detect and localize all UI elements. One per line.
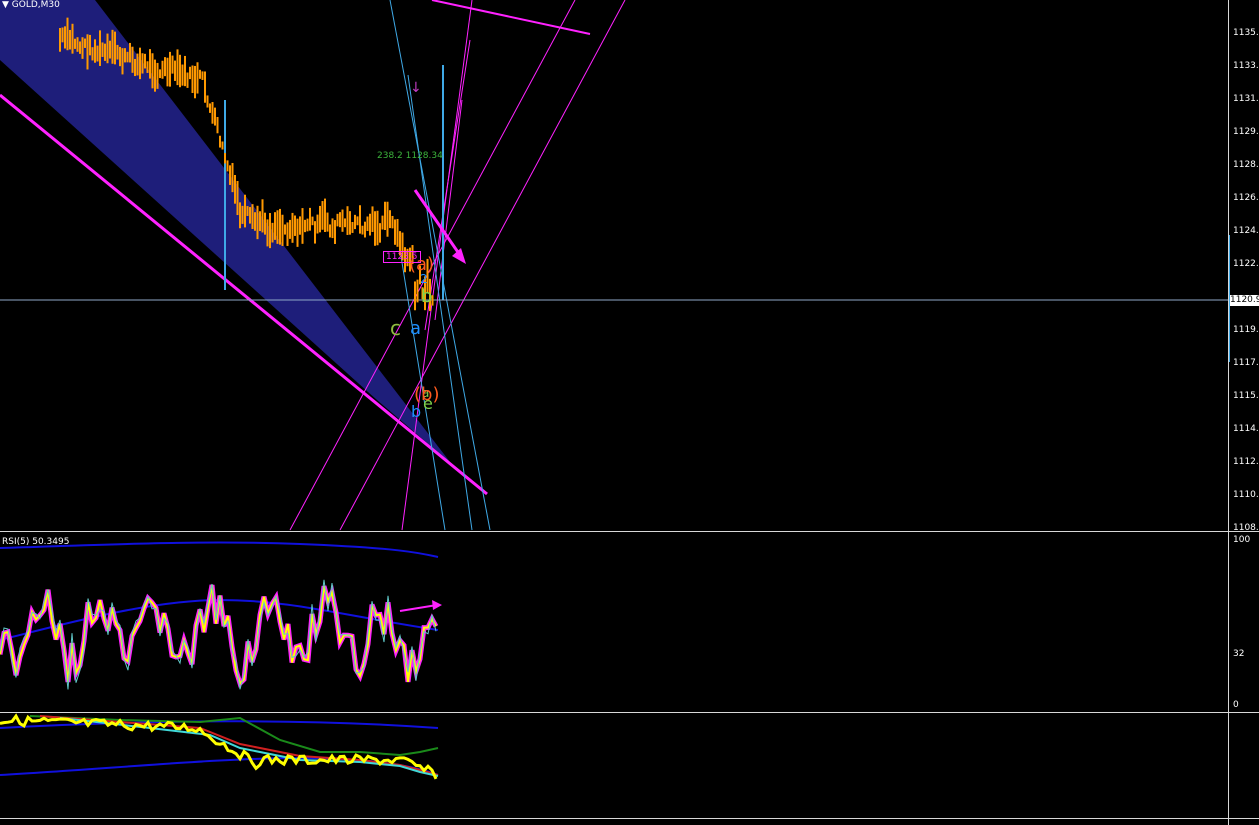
price-label: 1117.6 xyxy=(1233,358,1259,368)
price-label: 1108.8 xyxy=(1233,523,1259,533)
price-label: 1129.8 xyxy=(1233,127,1259,137)
price-label: 1112.3 xyxy=(1233,457,1259,467)
price-label: 1135.1 xyxy=(1233,28,1259,38)
wave-label: b xyxy=(421,286,433,307)
purple-down-arrow: ↓ xyxy=(410,80,422,96)
rsi-level-label: 100 xyxy=(1233,535,1251,545)
symbol-label: GOLD,M30 xyxy=(11,0,60,10)
menu-arrow-icon[interactable]: ▼ xyxy=(2,0,9,10)
magenta-fan-2 xyxy=(339,0,626,531)
price-label: 1122.8 xyxy=(1233,259,1259,269)
channel-band xyxy=(0,0,460,475)
price-label: 1119.3 xyxy=(1233,325,1259,335)
price-label: 1110.6 xyxy=(1233,490,1259,500)
price-chart-canvas[interactable]: ↓ xyxy=(0,0,1259,825)
fib-label: 238.2 1128.34 xyxy=(377,151,443,161)
wave-label: c xyxy=(390,316,401,340)
rsi-level-label: 0 xyxy=(1233,700,1239,710)
price-label: 1115.8 xyxy=(1233,391,1259,401)
price-label: 1128.1 xyxy=(1233,160,1259,170)
lower-band-top xyxy=(0,720,439,729)
price-axis-border xyxy=(1228,0,1229,825)
pane-separator-1[interactable] xyxy=(0,531,1259,532)
pane-separator-3 xyxy=(0,818,1259,819)
magenta-fan-5 xyxy=(434,99,463,321)
price-label: 1124.6 xyxy=(1233,226,1259,236)
rsi-title: RSI(5) 50.3495 xyxy=(2,537,70,547)
magenta-arrow-head xyxy=(452,248,466,264)
pane-separator-2[interactable] xyxy=(0,712,1259,713)
wave-label: (b) xyxy=(414,384,440,405)
price-label: 1131.6 xyxy=(1233,94,1259,104)
price-label: 1126.3 xyxy=(1233,193,1259,203)
chart-title[interactable]: ▼ GOLD,M30 xyxy=(2,0,60,10)
wave-label: a xyxy=(410,318,422,339)
current-price-tag: 1120.9 xyxy=(1230,295,1259,306)
price-label: 1114.1 xyxy=(1233,424,1259,434)
price-label: 1133.3 xyxy=(1233,61,1259,71)
wave-label: 2 xyxy=(420,272,428,286)
rsi-level-label: 32 xyxy=(1233,649,1245,659)
